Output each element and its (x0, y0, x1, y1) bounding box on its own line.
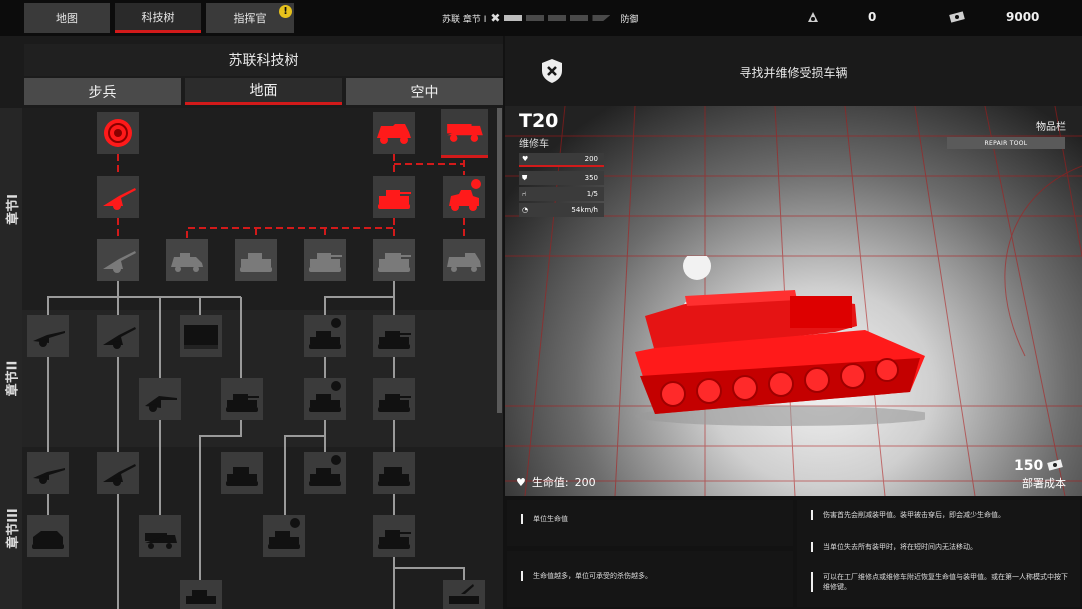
stat-health-value: 200 (584, 155, 598, 163)
stat-crew: ⑁ 1/5 (519, 187, 604, 201)
inventory-label: 物品栏 (1036, 122, 1066, 133)
inventory-item-repair-tool[interactable]: REPAIR TOOL (947, 137, 1065, 149)
tech-node-t20[interactable] (443, 176, 485, 218)
armor-shield-icon: ⛊ (522, 173, 528, 182)
info-note: 可以在工厂维修点或维修车附近恢复生命值与装甲值。或在第一人称模式中按下维修键。 (811, 572, 1073, 592)
tech-node-tank-3f[interactable] (180, 580, 222, 609)
unit-name: T20 (519, 110, 559, 132)
info-note: 生命值越多，单位可承受的杀伤越多。 (521, 571, 652, 581)
progress-segment (526, 15, 545, 21)
tech-node-truck-locked[interactable] (443, 239, 485, 281)
info-note: 当单位失去所有装甲时，将在短时间内无法移动。 (811, 542, 1071, 552)
tech-node-gun-2c[interactable] (139, 378, 181, 420)
tech-node-aa-3[interactable] (443, 580, 485, 609)
tech-node-truck[interactable] (373, 112, 415, 154)
hp-label: 生命值: (531, 476, 569, 489)
stat-armor: ⛊ 350 (519, 171, 604, 185)
money-icon (1047, 459, 1063, 471)
info-panel-right: 伤害首先会削减装甲值。装甲被击穿后，即会减少生命值。 当单位失去所有装甲时，将在… (797, 500, 1080, 607)
tech-node-tank-locked-c[interactable] (373, 239, 415, 281)
info-panel-top-left: 单位生命值 (507, 500, 793, 546)
tech-node-tank-locked-b[interactable] (304, 239, 346, 281)
info-panel-bottom-left: 生命值越多，单位可承受的杀伤越多。 (507, 551, 793, 607)
deploy-cost-label: 部署成本 (1022, 477, 1066, 490)
tech-node-tank-2d[interactable] (304, 378, 346, 420)
tech-node-light-tank[interactable] (373, 176, 415, 218)
tech-node-gun-2b[interactable] (97, 315, 139, 357)
info-note: 单位生命值 (521, 514, 568, 524)
t20-model (635, 256, 925, 426)
deploy-cost-value: 150 (1014, 458, 1044, 474)
resource-count: 0 (868, 10, 877, 24)
tech-node-tank-2c[interactable] (221, 378, 263, 420)
unit-type: 维修车 (519, 139, 549, 150)
mission-header: 寻找并维修受损车辆 (505, 36, 1082, 106)
tech-node-tank-3d[interactable] (263, 515, 305, 557)
mission-objective: 寻找并维修受损车辆 (739, 66, 848, 80)
hp-summary: ♥ 生命值: 200 (516, 474, 596, 490)
tech-node-spg-3[interactable] (27, 515, 69, 557)
tech-node-armored-car-locked[interactable] (166, 239, 208, 281)
resource-icon (808, 12, 818, 22)
tree-connectors (47, 154, 465, 609)
tech-node-gun-3a[interactable] (27, 452, 69, 494)
tech-node-gun-3b[interactable] (97, 452, 139, 494)
seat-icon: ⑁ (522, 190, 527, 198)
tech-node-howitzer-locked[interactable] (97, 239, 139, 281)
progress-segment (592, 15, 611, 21)
tech-node-at-gun[interactable] (97, 176, 139, 218)
money-count: 9000 (1006, 10, 1040, 24)
stat-armor-value: 350 (584, 174, 598, 182)
tech-node-tank-3c[interactable] (373, 452, 415, 494)
money-icon (949, 11, 965, 23)
progress-segment (570, 15, 589, 21)
stat-health: ♥ 200 (519, 153, 604, 167)
heart-icon: ♥ (522, 155, 529, 163)
heart-icon: ♥ (516, 475, 526, 489)
tech-node-rocket-3[interactable] (139, 515, 181, 557)
stat-crew-value: 1/5 (586, 190, 598, 198)
info-note: 伤害首先会削减装甲值。装甲被击穿后，即会减少生命值。 (811, 510, 1071, 520)
stat-speed: ◔ 54km/h (519, 203, 604, 217)
tech-node-rocket-truck[interactable] (441, 109, 488, 158)
tech-node-tank-3b[interactable] (304, 452, 346, 494)
stance-label: 防御 (620, 14, 639, 25)
tech-node-gun-2a[interactable] (27, 315, 69, 357)
tech-node-tank-locked-a[interactable] (235, 239, 277, 281)
tech-node-tank-3e[interactable] (373, 515, 415, 557)
speedometer-icon: ◔ (522, 206, 529, 214)
tech-node-tank-2a[interactable] (304, 315, 346, 357)
tech-node-tank-2e[interactable] (373, 378, 415, 420)
tech-node-research[interactable] (97, 112, 139, 154)
stat-speed-value: 54km/h (571, 206, 598, 214)
progress-segment (548, 15, 567, 21)
tech-node-tank-2b[interactable] (373, 315, 415, 357)
hp-value: 200 (574, 475, 596, 489)
progress-segment (504, 15, 523, 21)
tech-node-tank-3a[interactable] (221, 452, 263, 494)
tech-node-heavy-2[interactable] (180, 315, 222, 357)
